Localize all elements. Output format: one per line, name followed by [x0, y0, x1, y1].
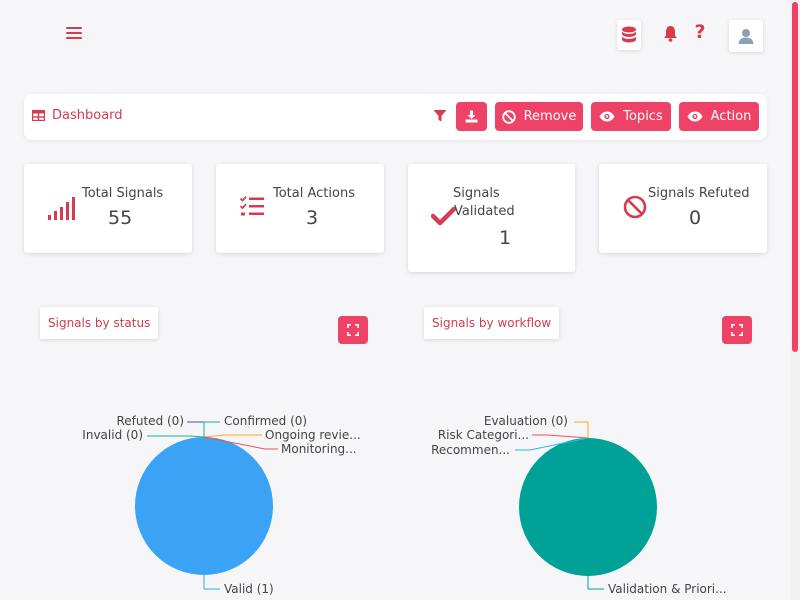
stat-label: Total Actions	[273, 186, 355, 201]
status-pie-chart: Refuted (0) Confirmed (0) Invalid (0) On…	[82, 414, 361, 596]
stat-value: 1	[499, 227, 512, 249]
leader-invalid	[147, 435, 205, 438]
checklist-icon	[240, 196, 264, 216]
checkmark-icon	[431, 207, 456, 226]
help-icon[interactable]: ?	[690, 20, 710, 44]
action-label: Action	[710, 109, 752, 124]
expand-icon	[731, 324, 743, 336]
database-icon[interactable]	[617, 20, 641, 50]
leader-refuted	[187, 421, 205, 437]
stat-label-line2: Validated	[454, 204, 515, 219]
download-icon	[465, 110, 478, 123]
filter-icon[interactable]	[433, 109, 447, 123]
user-avatar-icon	[738, 29, 754, 44]
ban-icon	[501, 109, 516, 124]
hamburger-icon[interactable]	[66, 27, 82, 41]
eye-icon	[687, 111, 703, 122]
avatar[interactable]	[729, 20, 763, 52]
signal-bars-icon	[48, 197, 75, 220]
leader-valid	[203, 575, 220, 590]
topics-button[interactable]: Topics	[591, 102, 671, 131]
table-icon	[32, 110, 45, 121]
bell-icon[interactable]	[660, 22, 680, 44]
remove-button[interactable]: Remove	[495, 102, 583, 131]
stat-card-total-actions[interactable]: Total Actions 3	[216, 164, 384, 253]
slice-label-validation: Validation & Priori...	[608, 582, 727, 596]
leader-confirmed	[203, 421, 220, 437]
dashboard-title: Dashboard	[52, 108, 123, 123]
dashboard-tab[interactable]: Dashboard	[32, 108, 123, 123]
slice-label-risk: Risk Categori...	[438, 428, 529, 442]
stat-card-signals-validated[interactable]: Signals Validated 1	[408, 164, 575, 272]
slice-label-ongoing: Ongoing revie...	[265, 428, 361, 442]
stat-card-signals-refuted[interactable]: Signals Refuted 0	[599, 164, 767, 253]
slice-label-valid: Valid (1)	[224, 582, 274, 596]
stat-value: 3	[306, 207, 319, 229]
workflow-pie-chart: Evaluation (0) Risk Categori... Recommen…	[431, 414, 727, 596]
dashboard-toolbar: Dashboard Remove Topics Action	[24, 94, 767, 140]
stat-label-line1: Signals	[453, 186, 500, 201]
chart-title-status: Signals by status	[40, 307, 159, 339]
download-button[interactable]	[456, 102, 487, 131]
stat-value: 0	[689, 207, 702, 229]
remove-label: Remove	[523, 109, 577, 124]
eye-icon	[599, 111, 615, 122]
leader-risk	[532, 434, 589, 439]
topics-label: Topics	[623, 109, 663, 124]
ban-icon	[623, 195, 647, 219]
stat-value: 55	[108, 207, 133, 229]
pie-slice-valid[interactable]	[135, 437, 273, 575]
leader-validation	[587, 576, 604, 590]
chart-title-workflow: Signals by workflow	[424, 307, 560, 339]
action-button[interactable]: Action	[679, 102, 759, 131]
expand-icon	[347, 324, 359, 336]
leader-evaluation	[574, 421, 589, 438]
slice-label-evaluation: Evaluation (0)	[484, 414, 568, 428]
slice-label-confirmed: Confirmed (0)	[224, 414, 307, 428]
slice-label-monitoring: Monitoring...	[281, 442, 357, 456]
leader-ongoing	[203, 434, 262, 438]
top-bar: ?	[0, 0, 800, 70]
stat-card-total-signals[interactable]: Total Signals 55	[24, 164, 192, 253]
pie-slice-validation[interactable]	[519, 438, 657, 576]
slice-label-recommend: Recommen...	[431, 443, 510, 457]
slice-label-refuted: Refuted (0)	[116, 414, 184, 428]
scrollbar-thumb[interactable]	[792, 2, 798, 352]
expand-workflow-chart-button[interactable]	[722, 316, 752, 344]
stat-label: Total Signals	[82, 186, 164, 201]
slice-label-invalid: Invalid (0)	[82, 428, 143, 442]
page-scrollbar[interactable]	[790, 0, 800, 600]
stat-label: Signals Refuted	[648, 186, 750, 201]
expand-status-chart-button[interactable]	[338, 316, 368, 344]
